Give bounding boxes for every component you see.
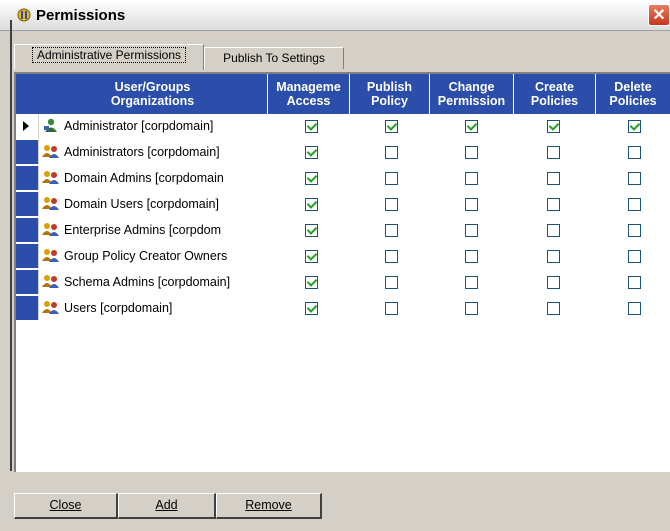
permission-checkbox[interactable] <box>547 172 560 185</box>
add-button[interactable]: Add <box>118 493 216 519</box>
column-header-change-permission[interactable]: Change Permission <box>430 74 514 114</box>
user-group-name[interactable]: Domain Admins [corpdomain <box>42 170 224 185</box>
user-group-name[interactable]: Schema Admins [corpdomain] <box>42 274 230 289</box>
group-icon <box>42 197 59 210</box>
table-row[interactable]: Schema Admins [corpdomain] <box>16 270 670 296</box>
permission-checkbox[interactable] <box>305 276 318 289</box>
permission-checkbox[interactable] <box>547 224 560 237</box>
grid-header: User/Groups Organizations Manageme Acces… <box>16 74 670 114</box>
user-group-name-text: Administrators [corpdomain] <box>64 145 220 159</box>
close-button[interactable]: Close <box>14 493 118 519</box>
user-group-name[interactable]: Users [corpdomain] <box>42 300 172 315</box>
row-selector[interactable] <box>16 218 39 242</box>
group-icon <box>42 249 59 262</box>
tab-administrative-permissions[interactable]: Administrative Permissions <box>14 44 204 70</box>
table-row[interactable]: Domain Users [corpdomain] <box>16 192 670 218</box>
group-icon <box>42 275 59 288</box>
row-selector[interactable] <box>16 114 39 138</box>
permission-checkbox[interactable] <box>547 120 560 133</box>
table-row[interactable]: Enterprise Admins [corpdom <box>16 218 670 244</box>
row-selector[interactable] <box>16 140 39 164</box>
user-group-name[interactable]: Administrator [corpdomain] <box>42 118 213 133</box>
remove-button[interactable]: Remove <box>216 493 322 519</box>
column-header-users[interactable]: User/Groups Organizations <box>38 74 268 114</box>
permission-checkbox[interactable] <box>465 276 478 289</box>
permission-checkbox[interactable] <box>465 146 478 159</box>
permission-checkbox[interactable] <box>628 302 641 315</box>
row-selector[interactable] <box>16 270 39 294</box>
permission-checkbox[interactable] <box>547 276 560 289</box>
permission-checkbox[interactable] <box>628 276 641 289</box>
permission-checkbox[interactable] <box>465 224 478 237</box>
user-icon <box>44 118 57 132</box>
permission-checkbox[interactable] <box>465 172 478 185</box>
permission-checkbox[interactable] <box>465 120 478 133</box>
user-group-name[interactable]: Group Policy Creator Owners <box>42 248 227 263</box>
window-title: Permissions <box>36 7 126 24</box>
group-icon <box>42 301 59 314</box>
user-group-name[interactable]: Domain Users [corpdomain] <box>42 196 219 211</box>
user-group-name-text: Schema Admins [corpdomain] <box>64 275 231 289</box>
permission-checkbox[interactable] <box>305 172 318 185</box>
user-group-name-text: Administrator [corpdomain] <box>64 119 214 133</box>
user-group-name-text: Domain Users [corpdomain] <box>64 197 219 211</box>
window-border <box>10 20 12 471</box>
tab-publish-to-settings[interactable]: Publish To Settings <box>204 47 344 69</box>
permission-checkbox[interactable] <box>305 146 318 159</box>
user-group-name-text: Enterprise Admins [corpdom <box>64 223 222 237</box>
row-selector[interactable] <box>16 192 39 216</box>
permission-checkbox[interactable] <box>547 302 560 315</box>
title-bar: Permissions ✕ <box>0 0 670 31</box>
user-group-name-text: Users [corpdomain] <box>64 301 173 315</box>
user-group-name-text: Domain Admins [corpdomain <box>64 171 224 185</box>
permission-checkbox[interactable] <box>628 146 641 159</box>
table-row[interactable]: Administrators [corpdomain] <box>16 140 670 166</box>
permission-checkbox[interactable] <box>628 120 641 133</box>
column-header-create-policies[interactable]: Create Policies <box>514 74 596 114</box>
permission-checkbox[interactable] <box>385 172 398 185</box>
permission-checkbox[interactable] <box>305 302 318 315</box>
group-icon <box>42 171 59 184</box>
permission-checkbox[interactable] <box>305 224 318 237</box>
permission-checkbox[interactable] <box>385 146 398 159</box>
permission-checkbox[interactable] <box>465 250 478 263</box>
permission-checkbox[interactable] <box>547 250 560 263</box>
permission-checkbox[interactable] <box>385 302 398 315</box>
current-row-arrow-icon <box>23 121 29 131</box>
permission-checkbox[interactable] <box>465 198 478 211</box>
row-selector[interactable] <box>16 296 39 320</box>
permission-checkbox[interactable] <box>547 198 560 211</box>
window-close-button[interactable]: ✕ <box>648 4 670 26</box>
permission-checkbox[interactable] <box>385 120 398 133</box>
column-header-delete-policies[interactable]: Delete Policies <box>596 74 670 114</box>
permission-checkbox[interactable] <box>385 224 398 237</box>
permission-checkbox[interactable] <box>305 250 318 263</box>
permission-checkbox[interactable] <box>305 120 318 133</box>
permission-checkbox[interactable] <box>385 250 398 263</box>
table-row[interactable]: Users [corpdomain] <box>16 296 670 322</box>
group-icon <box>42 223 59 236</box>
permissions-grid: User/Groups Organizations Manageme Acces… <box>14 72 670 472</box>
row-selector[interactable] <box>16 166 39 190</box>
user-group-name-text: Group Policy Creator Owners <box>64 249 228 263</box>
permission-checkbox[interactable] <box>385 276 398 289</box>
permission-checkbox[interactable] <box>547 146 560 159</box>
permission-checkbox[interactable] <box>305 198 318 211</box>
app-icon <box>17 8 31 22</box>
permission-checkbox[interactable] <box>628 198 641 211</box>
user-group-name[interactable]: Administrators [corpdomain] <box>42 144 220 159</box>
row-selector[interactable] <box>16 244 39 268</box>
table-row[interactable]: Domain Admins [corpdomain <box>16 166 670 192</box>
group-icon <box>42 145 59 158</box>
permission-checkbox[interactable] <box>385 198 398 211</box>
column-header-publish-policy[interactable]: Publish Policy <box>350 74 430 114</box>
permission-checkbox[interactable] <box>465 302 478 315</box>
table-row[interactable]: Administrator [corpdomain] <box>16 114 670 140</box>
permission-checkbox[interactable] <box>628 224 641 237</box>
user-group-name[interactable]: Enterprise Admins [corpdom <box>42 222 221 237</box>
table-row[interactable]: Group Policy Creator Owners <box>16 244 670 270</box>
column-header-manage-access[interactable]: Manageme Access <box>268 74 350 114</box>
permission-checkbox[interactable] <box>628 172 641 185</box>
permission-checkbox[interactable] <box>628 250 641 263</box>
